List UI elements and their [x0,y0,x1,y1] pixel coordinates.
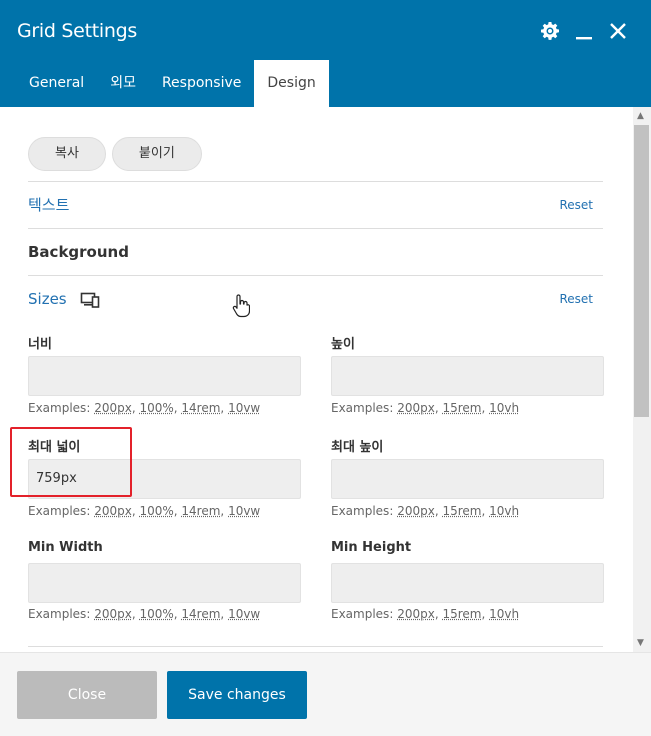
close-button[interactable]: Close [17,671,157,719]
divider [28,181,603,182]
example-link[interactable]: 100% [139,504,173,518]
example-link[interactable]: 200px [397,607,435,621]
example-link[interactable]: 10vh [489,504,519,518]
min-width-input[interactable] [28,563,301,603]
width-examples: Examples: 200px, 100%, 14rem, 10vw [28,401,261,415]
example-link[interactable]: 200px [397,401,435,415]
example-link[interactable]: 14rem [181,607,220,621]
divider [28,228,603,229]
max-width-examples: Examples: 200px, 100%, 14rem, 10vw [28,504,261,518]
header-controls [539,20,629,42]
section-background-title[interactable]: Background [28,243,129,261]
max-height-examples: Examples: 200px, 15rem, 10vh [331,504,520,518]
minimize-icon[interactable] [573,20,595,42]
dialog-header: Grid Settings General 외모 Responsive Desi… [0,0,651,107]
example-link[interactable]: 15rem [442,401,481,415]
tab-general[interactable]: General [16,60,97,107]
example-link[interactable]: 15rem [442,504,481,518]
height-label: 높이 [331,337,355,352]
min-height-examples: Examples: 200px, 15rem, 10vh [331,607,520,621]
text-reset-link[interactable]: Reset [559,198,593,212]
example-link[interactable]: 10vw [228,607,260,621]
section-sizes-title[interactable]: Sizes [28,290,67,308]
tab-bar: General 외모 Responsive Design [16,60,329,107]
dialog-title: Grid Settings [17,20,137,42]
example-link[interactable]: 14rem [181,504,220,518]
copy-paste-row: 복사 붙이기 [28,137,202,171]
close-icon[interactable] [607,20,629,42]
example-link[interactable]: 100% [139,401,173,415]
min-height-input[interactable] [331,563,604,603]
tab-appearance[interactable]: 외모 [97,60,149,107]
height-examples: Examples: 200px, 15rem, 10vh [331,401,520,415]
responsive-device-icon[interactable] [80,292,100,312]
example-link[interactable]: 200px [94,401,132,415]
copy-button[interactable]: 복사 [28,137,106,171]
hand-cursor-icon [232,294,251,322]
example-link[interactable]: 10vw [228,401,260,415]
min-height-label: Min Height [331,540,412,555]
paste-button[interactable]: 붙이기 [111,137,202,171]
example-link[interactable]: 15rem [442,607,481,621]
example-link[interactable]: 14rem [181,401,220,415]
example-link[interactable]: 10vh [489,401,519,415]
scroll-down-icon[interactable]: ▼ [637,638,644,648]
max-height-label: 최대 높이 [331,440,384,455]
example-link[interactable]: 10vh [489,607,519,621]
width-label: 너비 [28,337,52,352]
divider [28,275,603,276]
dialog-footer: Close Save changes [0,652,651,736]
highlight-annotation [10,427,132,497]
example-link[interactable]: 10vw [228,504,260,518]
example-link[interactable]: 100% [139,607,173,621]
max-height-input[interactable] [331,459,604,499]
save-changes-button[interactable]: Save changes [167,671,307,719]
vertical-scrollbar[interactable]: ▲ ▼ [633,107,651,652]
scroll-up-icon[interactable]: ▲ [637,111,644,121]
example-link[interactable]: 200px [94,607,132,621]
min-width-examples: Examples: 200px, 100%, 14rem, 10vw [28,607,261,621]
settings-panel: 복사 붙이기 텍스트 Reset Background Sizes Reset … [0,107,633,652]
min-width-label: Min Width [28,540,103,555]
tab-responsive[interactable]: Responsive [149,60,254,107]
sizes-reset-link[interactable]: Reset [559,292,593,306]
tab-design[interactable]: Design [254,60,329,107]
gear-icon[interactable] [539,20,561,42]
example-link[interactable]: 200px [94,504,132,518]
section-text-title[interactable]: 텍스트 [28,194,69,215]
height-input[interactable] [331,356,604,396]
scrollbar-thumb[interactable] [634,125,649,417]
example-link[interactable]: 200px [397,504,435,518]
divider [28,646,603,647]
width-input[interactable] [28,356,301,396]
